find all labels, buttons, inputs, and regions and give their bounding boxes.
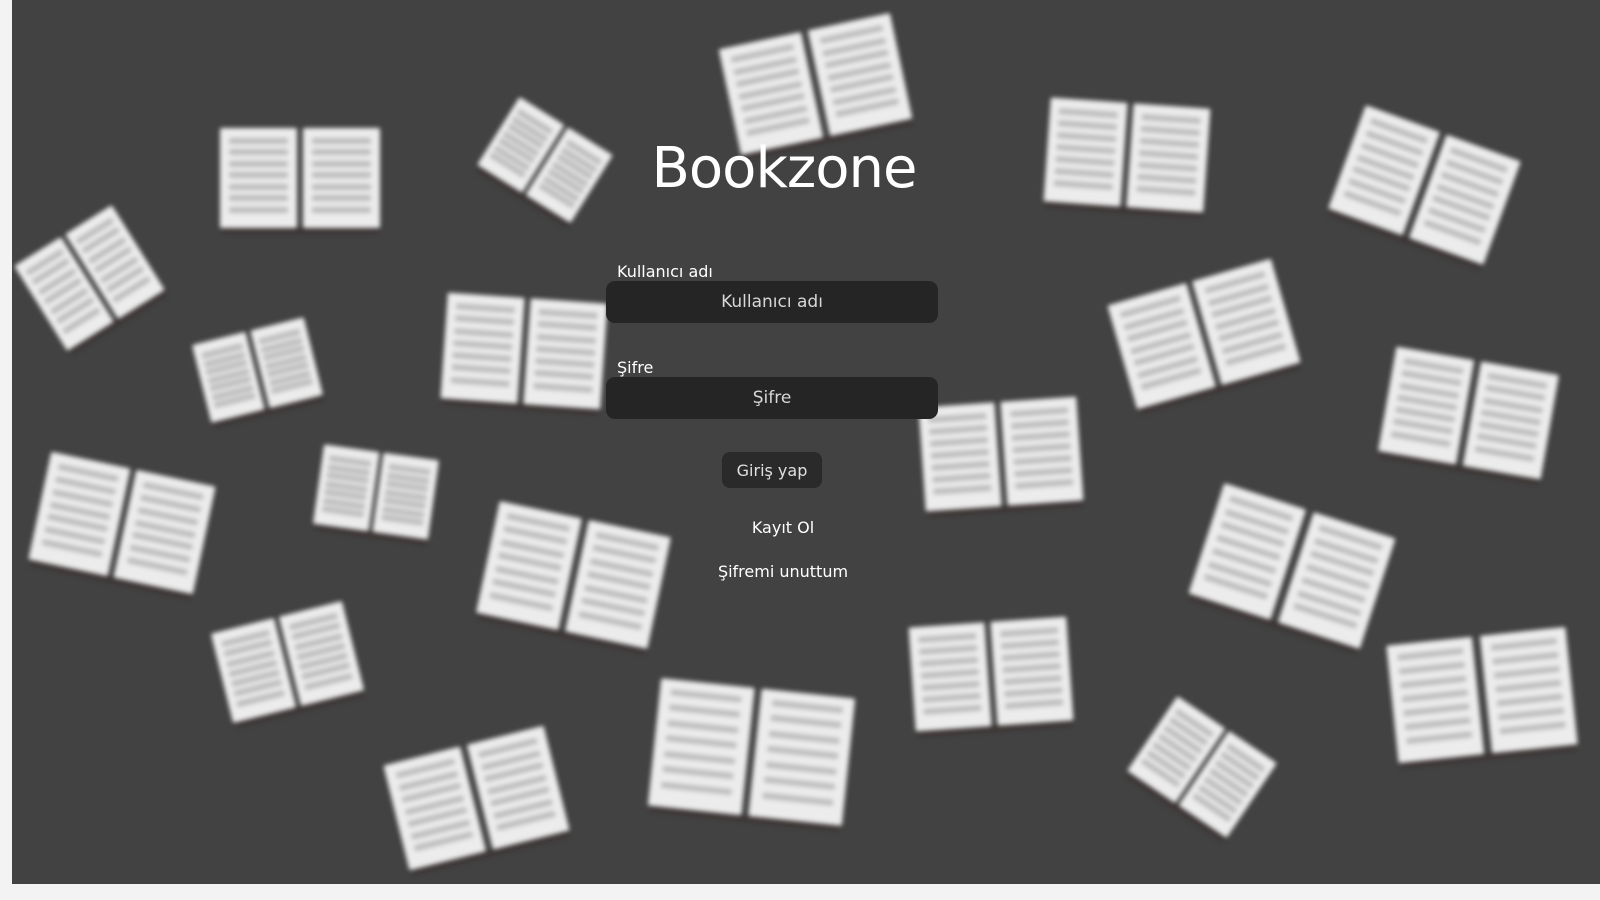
register-link[interactable]: Kayıt Ol: [12, 518, 1554, 537]
forgot-password-link[interactable]: Şifremi unuttum: [12, 562, 1554, 581]
username-label: Kullanıcı adı: [617, 262, 713, 281]
login-button[interactable]: Giriş yap: [722, 452, 822, 488]
password-label: Şifre: [617, 358, 654, 377]
password-input[interactable]: [606, 377, 938, 419]
page-title: Bookzone: [651, 136, 918, 201]
login-panel: Bookzone Kullanıcı adı Şifre Giriş yap K…: [12, 0, 1600, 884]
username-input[interactable]: [606, 281, 938, 323]
login-screen: Bookzone Kullanıcı adı Şifre Giriş yap K…: [12, 0, 1600, 884]
